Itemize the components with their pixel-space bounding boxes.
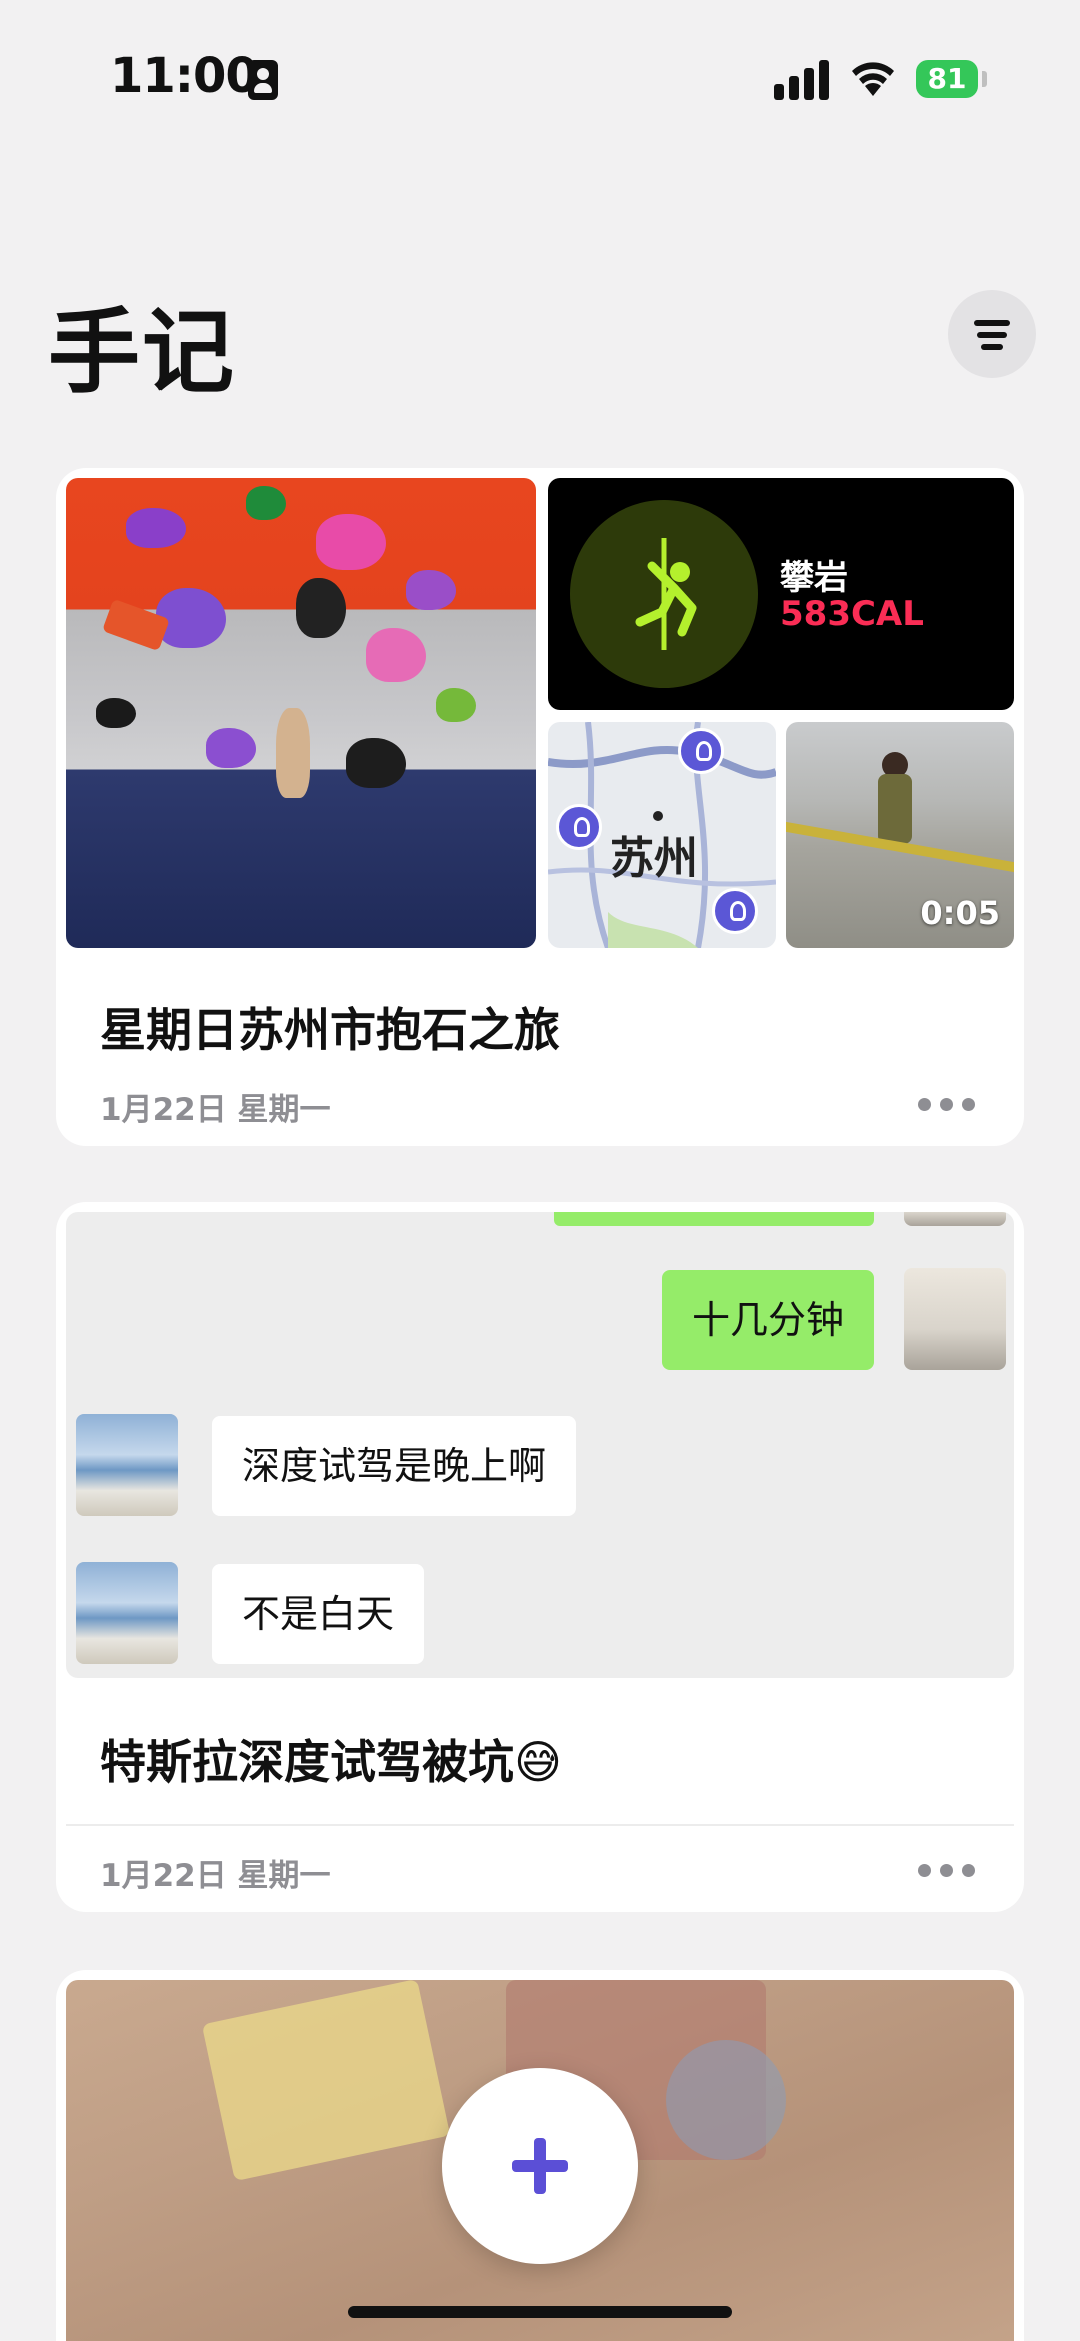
chat-bubble-received: 深度试驾是晚上啊 xyxy=(212,1416,577,1516)
workout-summary[interactable]: 攀岩 583CAL xyxy=(548,478,1014,710)
workout-calories: 583CAL xyxy=(780,594,924,634)
more-icon xyxy=(918,1098,931,1111)
status-time: 11:00 xyxy=(110,48,259,104)
battery-cap xyxy=(982,71,987,87)
filter-icon xyxy=(974,320,1010,326)
cellular-signal-icon xyxy=(774,60,830,100)
add-entry-button[interactable] xyxy=(442,2068,638,2264)
video-thumbnail[interactable]: 0:05 xyxy=(786,722,1014,948)
more-button[interactable] xyxy=(918,1094,978,1114)
entry-title: 星期日苏州市抱石之旅 xyxy=(100,1003,560,1057)
journal-entry-card[interactable]: 攀岩 583CAL 苏州 0:05 星期日苏州市抱石之旅 1月22日 星期一 xyxy=(56,468,1024,1146)
wifi-icon xyxy=(852,62,894,96)
map-city-label: 苏州 xyxy=(610,833,698,884)
video-duration: 0:05 xyxy=(920,894,1000,932)
contact-card-icon xyxy=(248,60,278,100)
pole-climb-icon xyxy=(635,538,697,650)
map-pin-icon xyxy=(678,728,724,774)
chat-bubble-sent: 十几分钟 xyxy=(661,1270,874,1370)
workout-icon-ring xyxy=(570,500,758,688)
avatar xyxy=(76,1414,178,1516)
entry-date: 1月22日 星期一 xyxy=(100,1092,331,1128)
avatar xyxy=(904,1268,1006,1370)
entry-date: 1月22日 星期一 xyxy=(100,1858,331,1894)
entry-title: 特斯拉深度试驾被坑😅 xyxy=(100,1735,562,1789)
filter-button[interactable] xyxy=(948,290,1036,378)
battery-icon: 81 xyxy=(916,60,978,98)
page-title: 手记 xyxy=(48,299,237,406)
more-button[interactable] xyxy=(918,1860,978,1880)
more-icon xyxy=(918,1864,931,1877)
climbing-photo[interactable] xyxy=(66,478,536,948)
home-indicator[interactable] xyxy=(348,2306,732,2318)
status-bar: 11:00 81 xyxy=(0,0,1080,150)
chat-bubble-received: 不是白天 xyxy=(212,1564,425,1664)
chat-screenshot[interactable]: 十几分钟 深度试驾是晚上啊 不是白天 xyxy=(66,1212,1014,1678)
map-pin-icon xyxy=(556,804,602,850)
journal-entry-card[interactable]: 十几分钟 深度试驾是晚上啊 不是白天 特斯拉深度试驾被坑😅 1月22日 星期一 xyxy=(56,1202,1024,1912)
workout-name: 攀岩 xyxy=(780,558,848,598)
divider xyxy=(66,1824,1014,1826)
map-thumbnail[interactable]: 苏州 xyxy=(548,722,776,948)
map-pin-icon xyxy=(712,888,758,934)
avatar xyxy=(76,1562,178,1664)
